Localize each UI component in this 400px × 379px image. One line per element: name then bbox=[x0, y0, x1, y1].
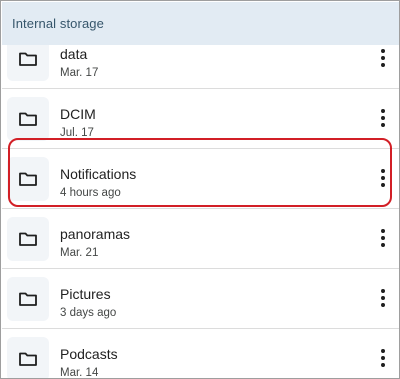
folder-row-data[interactable]: data Mar. 17 bbox=[2, 45, 399, 89]
more-options-icon[interactable] bbox=[376, 167, 390, 189]
more-options-icon[interactable] bbox=[376, 227, 390, 249]
folder-date: Mar. 21 bbox=[60, 247, 99, 259]
file-browser: Internal storage data Mar. 17 DCIM Jul. … bbox=[0, 0, 400, 379]
folder-row-dcim[interactable]: DCIM Jul. 17 bbox=[2, 89, 399, 149]
location-title: Internal storage bbox=[12, 16, 104, 31]
folder-icon bbox=[19, 52, 37, 66]
folder-date: 3 days ago bbox=[60, 307, 117, 319]
folder-row-podcasts[interactable]: Podcasts Mar. 14 bbox=[2, 329, 399, 379]
more-options-icon[interactable] bbox=[376, 107, 390, 129]
folder-date: Mar. 17 bbox=[60, 67, 99, 79]
folder-icon-box bbox=[7, 97, 49, 141]
folder-name: data bbox=[60, 46, 88, 62]
folder-list: data Mar. 17 DCIM Jul. 17 Notifications … bbox=[2, 45, 399, 379]
folder-date: Mar. 14 bbox=[60, 367, 99, 379]
folder-name: Podcasts bbox=[60, 346, 118, 362]
folder-icon bbox=[19, 232, 37, 246]
folder-icon bbox=[19, 112, 37, 126]
folder-row-pictures[interactable]: Pictures 3 days ago bbox=[2, 269, 399, 329]
folder-row-notifications[interactable]: Notifications 4 hours ago bbox=[2, 149, 399, 209]
folder-icon bbox=[19, 292, 37, 306]
folder-icon-box bbox=[7, 157, 49, 201]
folder-name: Pictures bbox=[60, 286, 111, 302]
folder-icon-box bbox=[7, 277, 49, 321]
folder-name: DCIM bbox=[60, 106, 96, 122]
folder-icon bbox=[19, 172, 37, 186]
folder-icon-box bbox=[7, 217, 49, 261]
folder-icon-box bbox=[7, 337, 49, 378]
folder-date: 4 hours ago bbox=[60, 187, 121, 199]
folder-row-panoramas[interactable]: panoramas Mar. 21 bbox=[2, 209, 399, 269]
folder-icon bbox=[19, 352, 37, 366]
more-options-icon[interactable] bbox=[376, 347, 390, 369]
location-header: Internal storage bbox=[2, 2, 399, 45]
folder-name: panoramas bbox=[60, 226, 131, 242]
folder-icon-box bbox=[7, 45, 49, 81]
more-options-icon[interactable] bbox=[376, 287, 390, 309]
folder-date: Jul. 17 bbox=[60, 127, 94, 139]
folder-name: Notifications bbox=[60, 166, 137, 182]
more-options-icon[interactable] bbox=[376, 47, 390, 69]
